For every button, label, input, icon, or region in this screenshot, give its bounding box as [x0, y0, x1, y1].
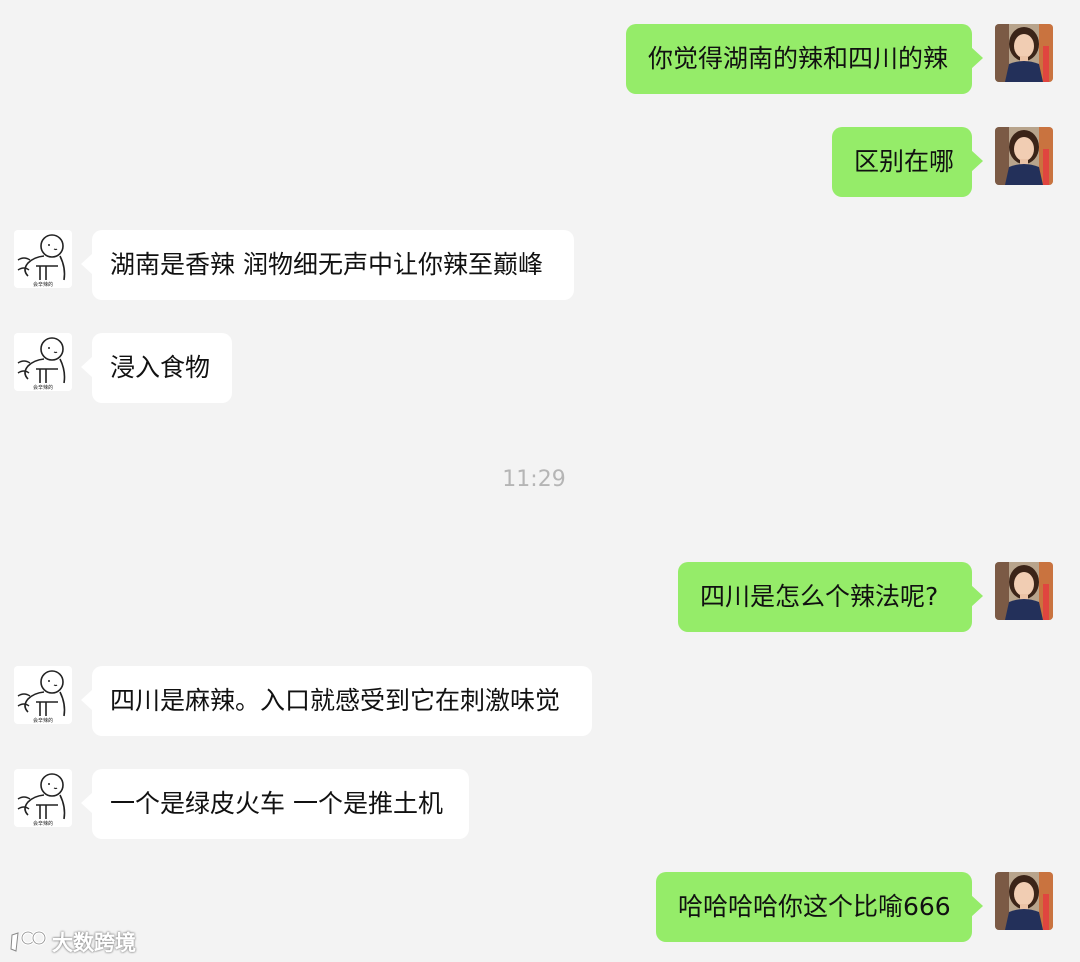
- svg-text:会辛辣的: 会辛辣的: [33, 820, 53, 827]
- message-row: 区别在哪: [0, 127, 1080, 199]
- bubble-tail: [971, 585, 983, 607]
- logo-icon: [10, 930, 47, 952]
- my-avatar[interactable]: [995, 24, 1053, 82]
- photo-avatar-icon: [995, 24, 1053, 82]
- message-bubble[interactable]: 湖南是香辣 润物细无声中让你辣至巅峰: [92, 230, 574, 300]
- watermark-text: 大数跨境: [52, 931, 136, 955]
- my-avatar[interactable]: [995, 872, 1053, 930]
- svg-text:会辛辣的: 会辛辣的: [33, 384, 53, 391]
- message-bubble[interactable]: 你觉得湖南的辣和四川的辣: [626, 24, 972, 94]
- friend-avatar[interactable]: 会辛辣的: [14, 230, 72, 288]
- stick-figure-avatar-icon: 会辛辣的: [14, 333, 72, 391]
- message-row: 四川是怎么个辣法呢?: [0, 562, 1080, 634]
- message-row: 哈哈哈哈你这个比喻666: [0, 872, 1080, 944]
- photo-avatar-icon: [995, 562, 1053, 620]
- svg-text:会辛辣的: 会辛辣的: [33, 717, 53, 724]
- stick-figure-avatar-icon: 会辛辣的: [14, 666, 72, 724]
- message-row: 会辛辣的 湖南是香辣 润物细无声中让你辣至巅峰: [0, 230, 1080, 302]
- message-bubble[interactable]: 浸入食物: [92, 333, 232, 403]
- bubble-tail: [971, 895, 983, 917]
- friend-avatar[interactable]: 会辛辣的: [14, 333, 72, 391]
- svg-text:会辛辣的: 会辛辣的: [33, 281, 53, 288]
- bubble-tail: [971, 150, 983, 172]
- message-bubble[interactable]: 四川是麻辣。入口就感受到它在刺激味觉: [92, 666, 592, 736]
- timestamp: 11:29: [502, 467, 566, 492]
- message-row: 会辛辣的 四川是麻辣。入口就感受到它在刺激味觉: [0, 666, 1080, 738]
- stick-figure-avatar-icon: 会辛辣的: [14, 230, 72, 288]
- message-row: 会辛辣的 一个是绿皮火车 一个是推土机: [0, 769, 1080, 841]
- message-bubble[interactable]: 区别在哪: [832, 127, 972, 197]
- watermark: 大数跨境: [8, 926, 136, 958]
- my-avatar[interactable]: [995, 562, 1053, 620]
- my-avatar[interactable]: [995, 127, 1053, 185]
- chat-window: 你觉得湖南的辣和四川的辣 区别在哪 会辛辣的 湖南是香辣 润物细无声中让你辣至巅…: [0, 0, 1080, 962]
- message-row: 你觉得湖南的辣和四川的辣: [0, 24, 1080, 96]
- message-bubble[interactable]: 四川是怎么个辣法呢?: [678, 562, 972, 632]
- message-bubble[interactable]: 一个是绿皮火车 一个是推土机: [92, 769, 469, 839]
- friend-avatar[interactable]: 会辛辣的: [14, 666, 72, 724]
- message-bubble[interactable]: 哈哈哈哈你这个比喻666: [656, 872, 972, 942]
- bubble-tail: [971, 47, 983, 69]
- friend-avatar[interactable]: 会辛辣的: [14, 769, 72, 827]
- photo-avatar-icon: [995, 872, 1053, 930]
- message-row: 会辛辣的 浸入食物: [0, 333, 1080, 405]
- photo-avatar-icon: [995, 127, 1053, 185]
- stick-figure-avatar-icon: 会辛辣的: [14, 769, 72, 827]
